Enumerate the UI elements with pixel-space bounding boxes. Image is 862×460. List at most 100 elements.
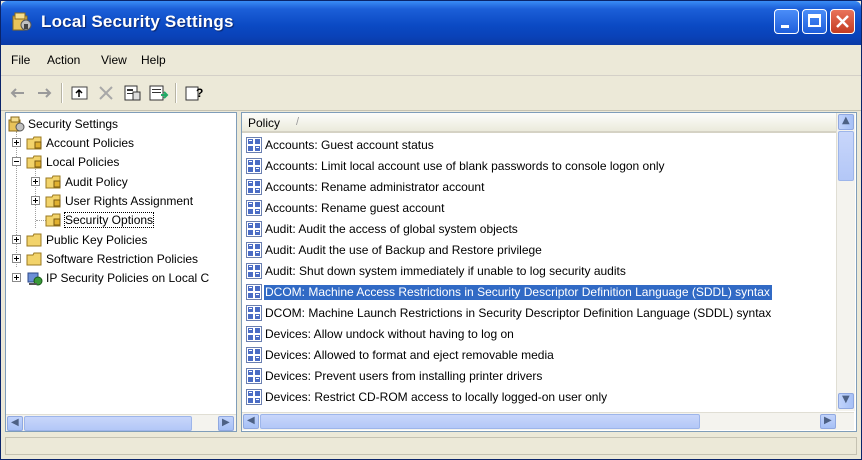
policy-row[interactable]: Devices: Restrict CD-ROM access to local… [244,387,836,407]
maximize-button[interactable] [802,9,827,34]
scroll-thumb[interactable] [260,414,700,429]
security-settings-icon [12,12,32,31]
chevron-right-icon: ▶ [824,415,832,426]
expand-plus-icon[interactable] [12,235,21,244]
scroll-up-button[interactable]: ▲ [838,114,854,130]
policy-row[interactable]: Accounts: Guest account status [244,135,836,155]
expand-plus-icon[interactable] [12,254,21,263]
tree-label: Public Key Policies [46,233,148,247]
tree-pane[interactable]: Security Settings Account Policies Local… [5,112,237,432]
folder-lock-icon [45,213,61,227]
expand-plus-icon[interactable] [31,196,40,205]
policy-row-label: Accounts: Guest account status [265,138,434,152]
policy-row[interactable]: Accounts: Rename administrator account [244,177,836,197]
folder-lock-icon [26,136,42,150]
scroll-down-button[interactable]: ▼ [838,393,854,409]
tree-label-selected: Security Options [63,212,155,228]
column-header-label: Policy [248,116,281,130]
toolbar: ? [1,76,861,111]
scroll-left-button[interactable]: ◀ [243,414,259,429]
policy-setting-icon [246,200,262,216]
folder-lock-icon [45,194,61,208]
help-icon[interactable]: ? [183,84,205,102]
expand-plus-icon[interactable] [12,273,21,282]
policy-row-label: Devices: Allow undock without having to … [265,327,514,341]
policy-row[interactable]: Audit: Audit the use of Backup and Resto… [244,240,836,260]
policy-row[interactable]: Devices: Allowed to format and eject rem… [244,345,836,365]
menu-file[interactable]: File [11,53,30,67]
scroll-thumb[interactable] [838,131,854,181]
ip-security-icon [27,272,43,286]
minimize-icon [781,25,789,28]
policy-row[interactable]: Devices: Allow undock without having to … [244,324,836,344]
policy-setting-icon [246,137,262,153]
menu-view[interactable]: View [101,53,127,67]
export-list-icon[interactable] [147,84,169,102]
menu-bar: File Action View Help [1,45,861,76]
expand-plus-icon[interactable] [31,177,40,186]
title-bar[interactable]: Local Security Settings [1,1,861,45]
close-icon [836,15,849,28]
delete-x-icon[interactable] [95,84,117,102]
tree-item-software-restriction-policies[interactable]: Software Restriction Policies [12,250,236,268]
folder-lock-icon [26,155,42,169]
scroll-right-button[interactable]: ▶ [820,414,836,429]
folder-lock-icon [45,175,61,189]
minimize-button[interactable] [774,9,799,34]
policy-setting-icon [246,263,262,279]
forward-arrow-icon[interactable] [33,84,55,102]
expand-plus-icon[interactable] [12,138,21,147]
chevron-down-icon: ▼ [842,394,850,405]
policy-setting-icon [246,158,262,174]
policy-row-label: Devices: Restrict CD-ROM access to local… [265,390,608,404]
tree-item-ip-security-policies[interactable]: IP Security Policies on Local C [12,269,236,287]
collapse-minus-icon[interactable] [12,157,21,166]
close-button[interactable] [830,9,855,34]
tree-root-security-settings[interactable]: Security Settings [8,115,236,133]
maximize-icon [808,14,821,27]
tree-horizontal-scrollbar[interactable]: ◀ ▶ [6,414,236,431]
scroll-right-button[interactable]: ▶ [218,416,234,431]
list-vertical-scrollbar[interactable]: ▲ ▼ [836,113,855,411]
policy-row[interactable]: Audit: Audit the access of global system… [244,219,836,239]
menu-action[interactable]: Action [47,53,80,67]
back-arrow-icon[interactable] [7,84,29,102]
policy-row[interactable]: DCOM: Machine Launch Restrictions in Sec… [244,303,836,323]
policy-row-label: Devices: Allowed to format and eject rem… [265,348,554,362]
tree-item-audit-policy[interactable]: Audit Policy [31,173,236,191]
policy-list-pane[interactable]: Policy / Accounts: Guest account status A… [241,112,857,432]
policy-row[interactable]: Devices: Prevent users from installing p… [244,366,836,386]
policy-row[interactable]: Accounts: Rename guest account [244,198,836,218]
policy-row-label: Audit: Audit the use of Backup and Resto… [265,243,542,257]
tree-item-security-options[interactable]: Security Options [31,211,236,229]
policy-setting-icon [246,242,262,258]
tree-item-user-rights-assignment[interactable]: User Rights Assignment [31,192,236,210]
scroll-thumb[interactable] [24,416,192,431]
policy-setting-icon [246,326,262,342]
toolbar-separator [61,83,63,103]
policy-row[interactable]: DCOM: Machine Access Restrictions in Sec… [244,282,836,302]
tree-item-public-key-policies[interactable]: Public Key Policies [12,231,236,249]
tree-label: Audit Policy [65,175,128,189]
menu-help[interactable]: Help [141,53,166,67]
tree-item-local-policies[interactable]: Local Policies [12,153,236,171]
tree-label: User Rights Assignment [65,194,194,208]
chevron-right-icon: ▶ [222,417,230,428]
scroll-left-button[interactable]: ◀ [7,416,23,431]
chevron-left-icon: ◀ [247,415,255,426]
list-horizontal-scrollbar[interactable]: ◀ ▶ [242,412,854,430]
chevron-left-icon: ◀ [11,417,19,428]
policy-setting-icon [246,305,262,321]
main-window: Local Security Settings File Action View… [0,0,862,460]
column-header-policy[interactable]: Policy / [242,113,836,133]
policy-row-label: DCOM: Machine Launch Restrictions in Sec… [265,306,772,320]
tree-label: Software Restriction Policies [46,252,199,266]
tree-item-account-policies[interactable]: Account Policies [12,134,236,152]
up-folder-icon[interactable] [69,84,91,102]
policy-row-label: Accounts: Limit local account use of bla… [265,159,665,173]
folder-icon [26,252,42,266]
policy-row[interactable]: Accounts: Limit local account use of bla… [244,156,836,176]
policy-row-label: Audit: Shut down system immediately if u… [265,264,626,278]
policy-row[interactable]: Audit: Shut down system immediately if u… [244,261,836,281]
properties-icon[interactable] [121,84,143,102]
